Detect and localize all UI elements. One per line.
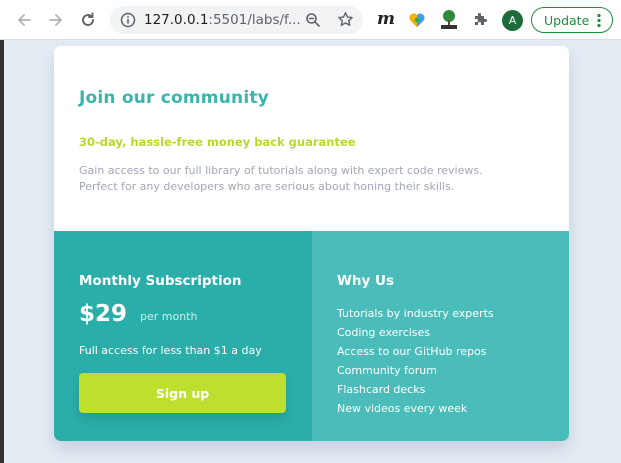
list-item: Coding exercises — [337, 326, 431, 339]
page-title: Join our community — [79, 88, 269, 108]
url-text: 127.0.0.1:5501/labs/f... — [144, 12, 301, 28]
zoom-icon[interactable] — [305, 12, 321, 28]
update-label: Update — [544, 13, 590, 28]
url-path: :5501/labs/f... — [208, 12, 301, 28]
price: $29 — [79, 301, 128, 327]
update-button[interactable]: Update — [531, 7, 613, 33]
description-text: Gain access to our full library of tutor… — [79, 164, 483, 193]
why-us-title: Why Us — [337, 273, 394, 289]
reload-button[interactable] — [76, 8, 100, 32]
per-month-label: per month — [140, 310, 198, 323]
m-extension-icon[interactable]: m — [377, 9, 395, 29]
list-item: Access to our GitHub repos — [337, 345, 487, 358]
subscription-section: Monthly Subscription $29 per month Full … — [54, 231, 312, 441]
tree-extension-icon[interactable] — [438, 9, 460, 31]
reload-icon — [82, 12, 94, 26]
why-us-section: Why Us Tutorials by industry experts Cod… — [312, 231, 569, 441]
arrow-right-icon — [49, 14, 62, 26]
browser-toolbar: 127.0.0.1:5501/labs/f... m A Update — [0, 0, 621, 40]
heart-extension-icon[interactable] — [408, 11, 426, 29]
list-item: Tutorials by industry experts — [337, 307, 494, 320]
address-bar[interactable]: 127.0.0.1:5501/labs/f... — [110, 6, 363, 34]
list-item: New videos every week — [337, 402, 468, 415]
guarantee-text: 30-day, hassle-free money back guarantee — [79, 135, 356, 149]
access-text: Full access for less than $1 a day — [79, 344, 262, 357]
arrow-left-icon — [18, 14, 31, 26]
star-icon[interactable] — [337, 11, 354, 28]
url-host: 127.0.0.1 — [144, 12, 209, 28]
list-item: Flashcard decks — [337, 383, 426, 396]
intro-section: Join our community 30-day, hassle-free m… — [54, 46, 569, 231]
why-us-list: Tutorials by industry experts Coding exe… — [337, 304, 494, 418]
back-button[interactable] — [12, 8, 36, 32]
list-item: Community forum — [337, 364, 437, 377]
info-icon — [120, 12, 136, 28]
avatar[interactable]: A — [502, 10, 523, 31]
pricing-card: Join our community 30-day, hassle-free m… — [54, 46, 569, 441]
background-window-edge — [0, 40, 4, 463]
more-menu-icon — [597, 13, 601, 28]
subscription-title: Monthly Subscription — [79, 273, 242, 289]
sign-up-button[interactable]: Sign up — [79, 373, 286, 413]
puzzle-extensions-icon[interactable] — [472, 11, 489, 28]
forward-button[interactable] — [44, 8, 68, 32]
